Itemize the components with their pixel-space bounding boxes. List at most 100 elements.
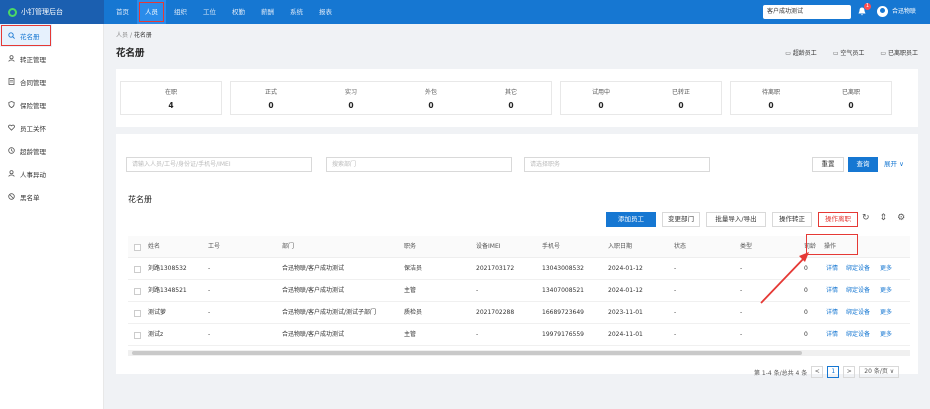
select-all-checkbox[interactable] <box>134 244 141 251</box>
resigned-employees-link[interactable]: 已离职员工 <box>880 48 918 57</box>
sidebar-item-transfer[interactable]: 人事异动 <box>0 162 103 185</box>
stat-label: 正式 <box>264 89 277 96</box>
nav-item-reports[interactable]: 报表 <box>311 0 340 24</box>
next-page-button[interactable]: > <box>843 366 856 378</box>
sidebar-item-label: 转正管理 <box>20 55 46 64</box>
notification-badge: 1 <box>864 3 871 10</box>
stat-pending-leave[interactable]: 待离职 0 <box>731 82 811 114</box>
more-link[interactable]: 更多 <box>880 302 892 324</box>
breadcrumb-parent[interactable]: 人员 <box>116 32 128 39</box>
stats-panel: 在职 4 正式 0 实习 0 外包 0 其它 0 试用中 0 已转正 0 待离职… <box>116 69 918 127</box>
row-checkbox[interactable] <box>134 288 141 295</box>
sidebar-item-label: 超龄管理 <box>20 147 46 156</box>
column-height-icon[interactable]: ⇕ <box>880 213 888 223</box>
stat-value: 0 <box>428 101 434 110</box>
cell-hire-date: 2024-11-01 <box>608 331 643 338</box>
stat-label: 其它 <box>504 89 517 96</box>
sidebar-item-care[interactable]: 员工关怀 <box>0 116 103 139</box>
sidebar-item-roster[interactable]: 花名册 <box>0 24 52 47</box>
add-employee-button[interactable]: 添加员工 <box>606 212 656 227</box>
sidebar-item-blacklist[interactable]: 黑名单 <box>0 185 103 208</box>
col-imei: 设备IMEI <box>476 243 501 250</box>
nav-item-salary[interactable]: 薪酬 <box>253 0 282 24</box>
stat-value: 0 <box>848 101 854 110</box>
company-name[interactable]: 合迅物联 <box>892 0 916 24</box>
nav-item-system[interactable]: 系统 <box>282 0 311 24</box>
cell-type: - <box>740 309 743 316</box>
stat-on-probation[interactable]: 试用中 0 <box>561 82 641 114</box>
bulk-import-export-button[interactable]: 批量导入/导出 <box>706 212 766 227</box>
sidebar-item-insurance[interactable]: 保险管理 <box>0 93 103 116</box>
cell-position: 主管 <box>404 287 417 294</box>
position-select[interactable]: 请选择职务 <box>524 157 710 172</box>
pagination-summary: 第 1-4 条/总共 4 条 <box>754 369 808 377</box>
change-department-button[interactable]: 变更部门 <box>662 212 700 227</box>
bind-device-link[interactable]: 绑定设备 <box>846 258 870 280</box>
row-checkbox[interactable] <box>134 266 141 273</box>
stat-other[interactable]: 其它 0 <box>471 82 551 114</box>
cell-type: - <box>740 287 743 294</box>
sidebar-item-label: 员工关怀 <box>20 124 46 133</box>
details-link[interactable]: 详情 <box>826 258 838 280</box>
query-button[interactable]: 查询 <box>848 157 878 172</box>
stat-label: 外包 <box>424 89 437 96</box>
horizontal-scrollbar[interactable] <box>128 350 910 356</box>
cell-imei: 2021703172 <box>476 265 515 272</box>
col-name[interactable]: 姓名 <box>148 236 160 258</box>
cell-name: 测试萝 <box>148 309 167 316</box>
details-link[interactable]: 详情 <box>826 302 838 324</box>
brand[interactable]: 小钉管理后台 <box>0 0 104 24</box>
regularize-button[interactable]: 操作转正 <box>772 212 812 227</box>
table-row: 测试z - 合迅物联/客户成功测试 主管 - 19979176559 2024-… <box>128 324 910 346</box>
stat-label: 实习 <box>344 89 357 96</box>
stat-resigned[interactable]: 已离职 0 <box>811 82 891 114</box>
stat-group-probation: 试用中 0 已转正 0 <box>560 81 722 115</box>
brand-name: 小钉管理后台 <box>21 8 63 16</box>
overage-employees-link[interactable]: 超龄员工 <box>785 48 817 57</box>
sidebar-item-overage[interactable]: 超龄管理 <box>0 139 103 162</box>
empty-employees-link[interactable]: 空气员工 <box>833 48 864 57</box>
bind-device-link[interactable]: 绑定设备 <box>846 324 870 346</box>
sidebar-item-contracts[interactable]: 合同管理 <box>0 70 103 93</box>
keyword-search-input[interactable]: 请输入人员/工号/身份证/手机号/IMEI <box>126 157 312 172</box>
settings-icon[interactable]: ⚙ <box>897 213 905 223</box>
nav-item-attendance[interactable]: 权勤 <box>224 0 253 24</box>
row-checkbox[interactable] <box>134 310 141 317</box>
col-hire-date: 入职日期 <box>608 243 633 250</box>
nav-item-org[interactable]: 组织 <box>166 0 195 24</box>
stat-value: 4 <box>168 101 174 110</box>
cell-phone: 16689723649 <box>542 309 584 316</box>
details-link[interactable]: 详情 <box>826 280 838 302</box>
stat-active[interactable]: 在职 4 <box>121 82 221 114</box>
stat-formal[interactable]: 正式 0 <box>231 82 311 114</box>
stat-intern[interactable]: 实习 0 <box>311 82 391 114</box>
cell-employee-no: - <box>208 265 211 272</box>
page-1-button[interactable]: 1 <box>827 366 840 378</box>
stat-regularized[interactable]: 已转正 0 <box>641 82 721 114</box>
tenant-select[interactable]: 客户成功测试 <box>763 5 851 19</box>
bind-device-link[interactable]: 绑定设备 <box>846 302 870 324</box>
stat-outsourced[interactable]: 外包 0 <box>391 82 471 114</box>
department-search-input[interactable]: 搜索部门 <box>326 157 512 172</box>
page-size-select[interactable]: 20 条/页 ∨ <box>859 366 900 378</box>
nav-item-people[interactable]: 人员 <box>137 0 166 24</box>
stat-value: 0 <box>348 101 354 110</box>
row-checkbox[interactable] <box>134 332 141 339</box>
nav-item-home[interactable]: 首页 <box>108 0 137 24</box>
nav-item-workstation[interactable]: 工位 <box>195 0 224 24</box>
more-link[interactable]: 更多 <box>880 258 892 280</box>
bind-device-link[interactable]: 绑定设备 <box>846 280 870 302</box>
expand-toggle[interactable]: 展开 ∨ <box>884 157 904 172</box>
refresh-icon[interactable]: ↻ <box>862 213 870 223</box>
more-link[interactable]: 更多 <box>880 324 892 346</box>
reset-button[interactable]: 重置 <box>812 157 844 172</box>
scrollbar-thumb[interactable] <box>132 351 802 355</box>
avatar[interactable] <box>877 6 888 17</box>
more-link[interactable]: 更多 <box>880 280 892 302</box>
cell-position: 保洁员 <box>404 265 423 272</box>
cell-employee-no: - <box>208 309 211 316</box>
prev-page-button[interactable]: < <box>811 366 824 378</box>
details-link[interactable]: 详情 <box>826 324 838 346</box>
sidebar-item-regularization[interactable]: 转正管理 <box>0 47 103 70</box>
resign-button[interactable]: 操作离职 <box>818 212 858 227</box>
